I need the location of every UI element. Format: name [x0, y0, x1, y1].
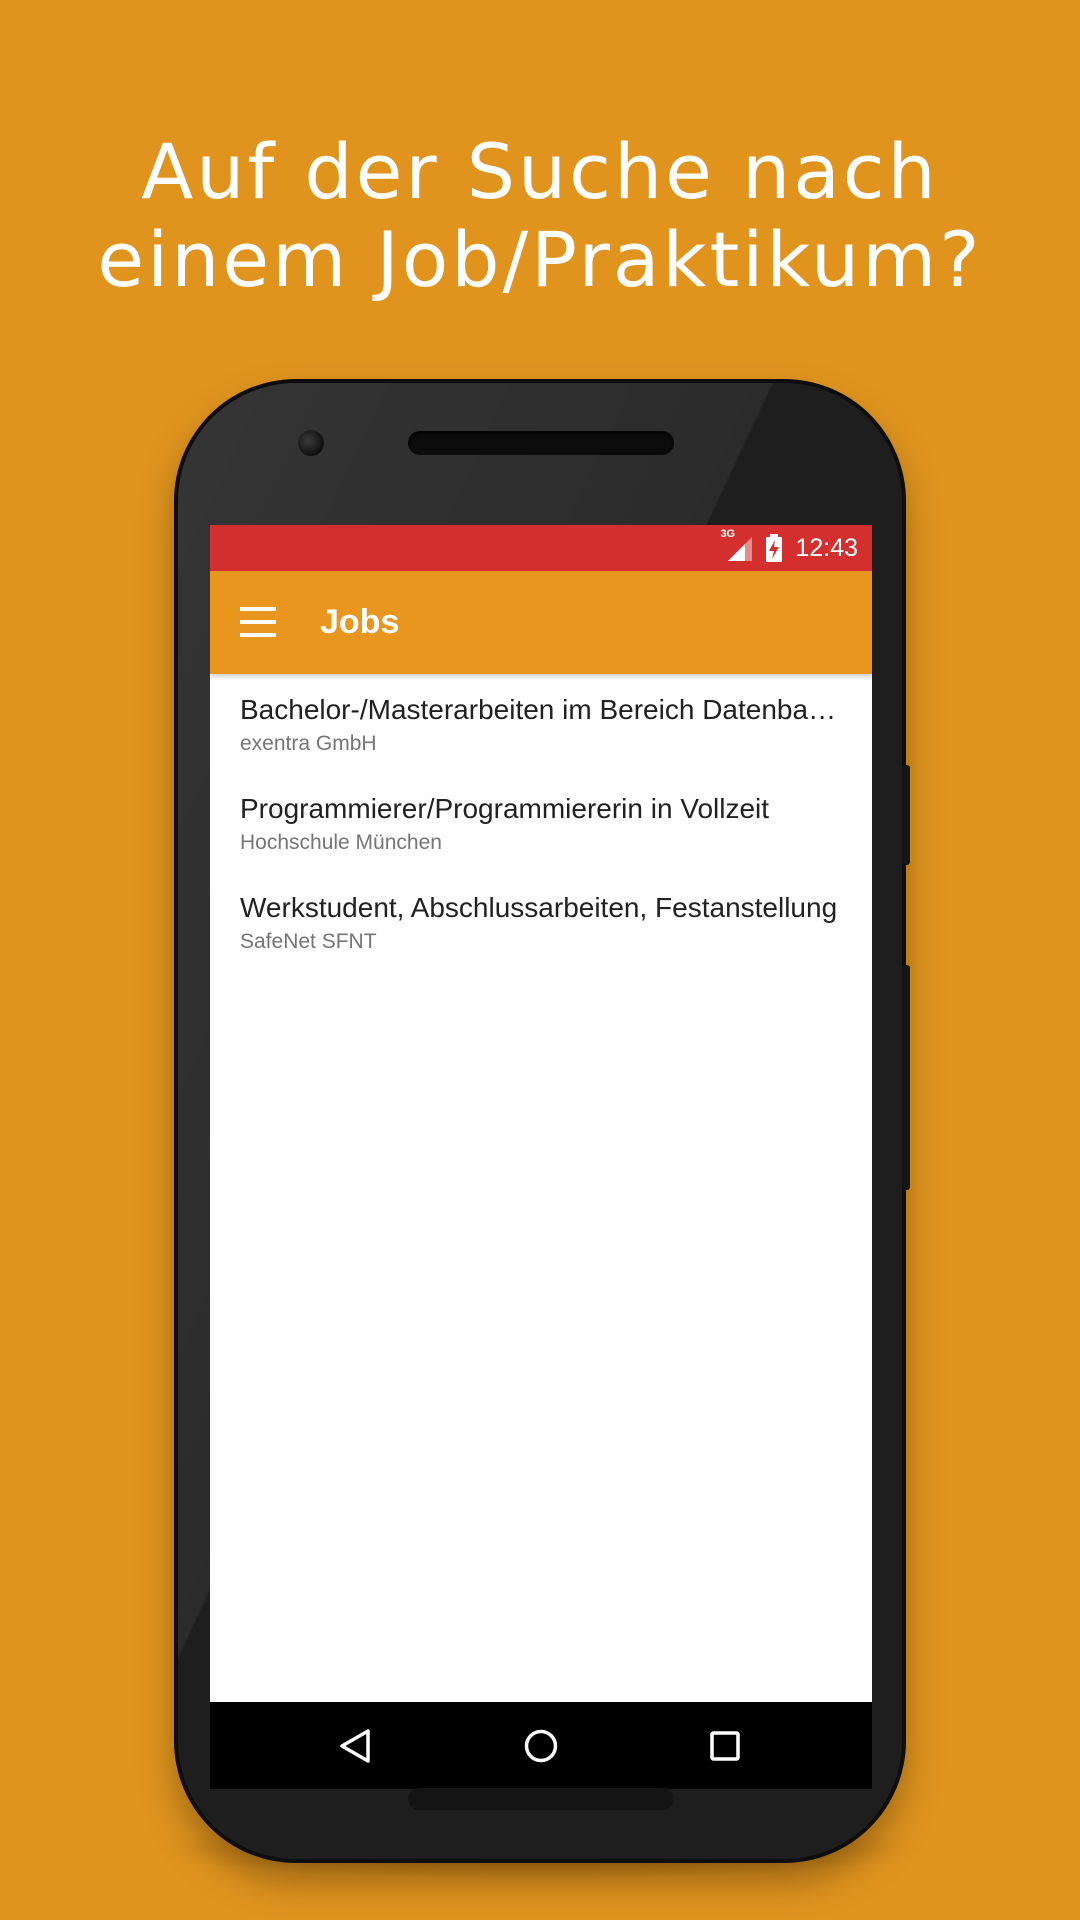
phone-screen: 3G 12:43 Jobs Bachelor-/Masterarbeiten i…	[210, 525, 872, 1702]
headline-line-2: einem Job/Praktikum?	[97, 215, 983, 304]
job-company: exentra GmbH	[240, 732, 377, 755]
job-title: Werkstudent, Abschlussarbeiten, Festanst…	[240, 892, 838, 923]
job-company: Hochschule München	[240, 831, 442, 854]
network-type-label: 3G	[720, 528, 736, 540]
status-bar: 3G 12:43	[210, 525, 872, 571]
job-list-item[interactable]: Bachelor-/Masterarbeiten im Bereich Date…	[210, 674, 872, 773]
volume-button[interactable]	[902, 765, 910, 865]
earpiece-speaker	[408, 431, 674, 455]
job-title: Bachelor-/Masterarbeiten im Bereich Date…	[240, 694, 842, 725]
front-camera	[298, 430, 324, 456]
bottom-speaker	[408, 1788, 674, 1810]
battery-charging-icon	[765, 534, 783, 562]
headline-line-1: Auf der Suche nach	[141, 127, 939, 216]
app-toolbar: Jobs	[210, 571, 872, 674]
phone-device: 3G 12:43 Jobs Bachelor-/Masterarbeiten i…	[178, 383, 902, 1859]
hamburger-menu-icon[interactable]	[240, 607, 276, 637]
system-navigation-bar	[210, 1702, 872, 1789]
home-icon[interactable]	[481, 1702, 601, 1789]
job-list-item[interactable]: Werkstudent, Abschlussarbeiten, Festanst…	[210, 872, 872, 971]
promo-headline: Auf der Suche nach einem Job/Praktikum?	[0, 128, 1080, 304]
recents-icon[interactable]	[665, 1702, 785, 1789]
signal-3g-icon: 3G	[720, 528, 753, 563]
status-icons: 3G 12:43	[720, 525, 858, 571]
jobs-list: Bachelor-/Masterarbeiten im Bereich Date…	[210, 674, 872, 971]
job-title: Programmierer/Programmiererin in Vollzei…	[240, 793, 770, 824]
power-button[interactable]	[902, 965, 910, 1190]
toolbar-title: Jobs	[320, 603, 400, 641]
back-icon[interactable]	[295, 1702, 415, 1789]
job-list-item[interactable]: Programmierer/Programmiererin in Vollzei…	[210, 773, 872, 872]
clock: 12:43	[795, 533, 858, 562]
job-company: SafeNet SFNT	[240, 930, 377, 953]
